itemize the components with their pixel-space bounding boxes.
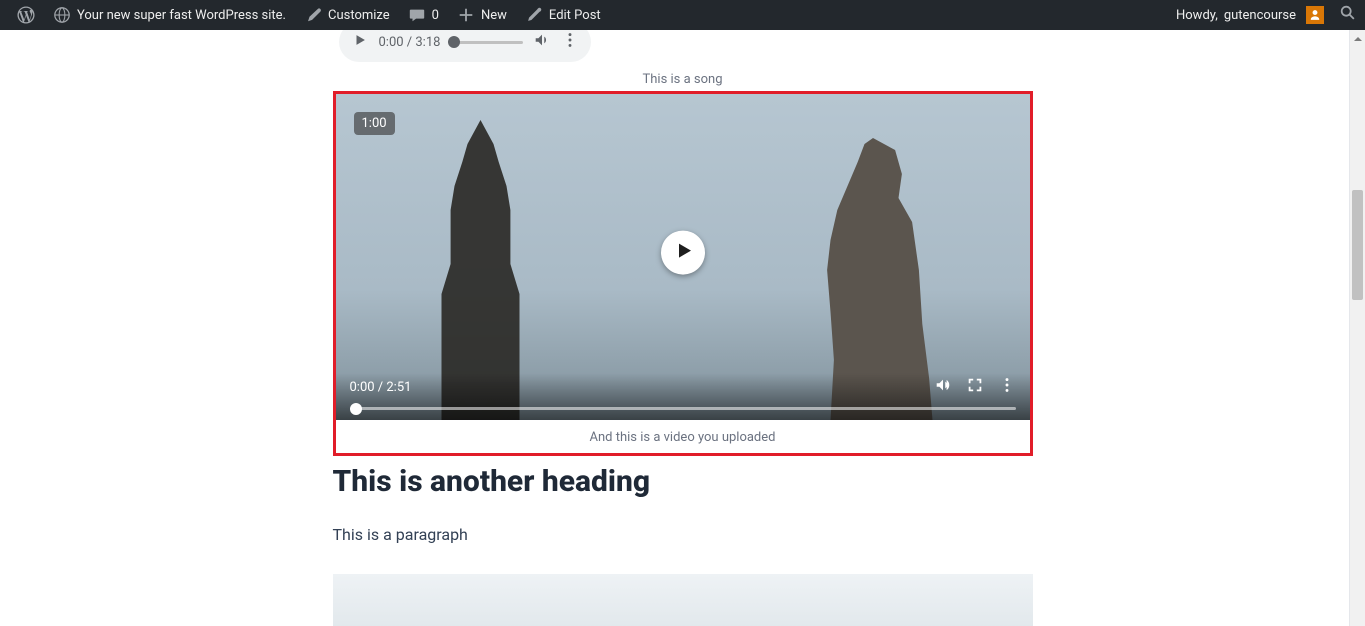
audio-caption: This is a song <box>333 72 1033 87</box>
scrollbar-thumb[interactable] <box>1352 190 1363 300</box>
more-vertical-icon <box>998 376 1016 398</box>
page-viewport: 0:00 / 3:18 This is a song 1:00 <box>0 30 1365 626</box>
video-seek-thumb[interactable] <box>350 403 362 415</box>
comments-icon <box>408 6 426 24</box>
wordpress-logo-icon <box>17 6 35 24</box>
audio-play-button[interactable] <box>351 33 369 51</box>
plus-icon <box>457 6 475 24</box>
adminbar-search[interactable] <box>1333 0 1363 30</box>
post-paragraph: This is a paragraph <box>333 525 1033 544</box>
comments-count: 0 <box>432 8 439 23</box>
audio-seek-track[interactable] <box>450 41 522 44</box>
video-fullscreen-button[interactable] <box>966 376 984 398</box>
search-icon <box>1339 4 1357 26</box>
image-art-mountains <box>333 616 1033 626</box>
audio-volume-button[interactable] <box>533 31 551 53</box>
fullscreen-icon <box>966 376 984 398</box>
volume-icon <box>533 31 551 53</box>
new-label: New <box>481 8 507 23</box>
video-player[interactable]: 1:00 0:00 / 2:51 <box>336 94 1030 420</box>
video-more-button[interactable] <box>998 376 1016 398</box>
customize-link[interactable]: Customize <box>295 0 399 30</box>
new-content-menu[interactable]: New <box>448 0 516 30</box>
video-duration-badge: 1:00 <box>354 112 395 135</box>
video-seek-track[interactable] <box>350 407 1016 410</box>
my-account-menu[interactable]: Howdy, gutencourse <box>1167 0 1333 30</box>
chevron-up-icon <box>1353 30 1363 48</box>
customize-brush-icon <box>304 6 322 24</box>
edit-post-label: Edit Post <box>549 8 601 23</box>
wp-admin-bar: Your new super fast WordPress site. Cust… <box>0 0 1365 30</box>
video-caption: And this is a video you uploaded <box>336 420 1030 453</box>
user-avatar <box>1306 6 1324 24</box>
site-title-label: Your new super fast WordPress site. <box>77 8 286 23</box>
howdy-prefix: Howdy, <box>1176 8 1218 23</box>
page-scrollbar[interactable] <box>1349 30 1365 626</box>
audio-time-display: 0:00 / 3:18 <box>379 35 441 50</box>
howdy-username: gutencourse <box>1224 8 1296 23</box>
video-figure-highlighted: 1:00 0:00 / 2:51 <box>333 91 1033 456</box>
audio-player[interactable]: 0:00 / 3:18 <box>339 30 591 62</box>
post-content: 0:00 / 3:18 This is a song 1:00 <box>333 30 1033 626</box>
video-controls: 0:00 / 2:51 <box>336 373 1030 420</box>
pencil-icon <box>525 6 543 24</box>
post-heading: This is another heading <box>333 464 1033 499</box>
site-name-menu[interactable]: Your new super fast WordPress site. <box>44 0 295 30</box>
play-icon <box>672 241 694 265</box>
audio-block: 0:00 / 3:18 <box>339 30 591 62</box>
more-vertical-icon <box>561 31 579 53</box>
comments-link[interactable]: 0 <box>399 0 448 30</box>
image-art-snow <box>333 616 1033 626</box>
video-big-play-button[interactable] <box>661 231 705 275</box>
admin-site-icon <box>53 6 71 24</box>
wp-logo-menu[interactable] <box>8 0 44 30</box>
image-block <box>333 574 1033 626</box>
video-time-display: 0:00 / 2:51 <box>350 380 412 395</box>
edit-post-link[interactable]: Edit Post <box>516 0 610 30</box>
customize-label: Customize <box>328 8 390 23</box>
video-volume-button[interactable] <box>934 376 952 398</box>
play-icon <box>353 33 367 51</box>
scrollbar-up[interactable] <box>1350 30 1365 46</box>
audio-more-button[interactable] <box>561 31 579 53</box>
volume-icon <box>934 376 952 398</box>
audio-seek-thumb[interactable] <box>448 36 460 48</box>
